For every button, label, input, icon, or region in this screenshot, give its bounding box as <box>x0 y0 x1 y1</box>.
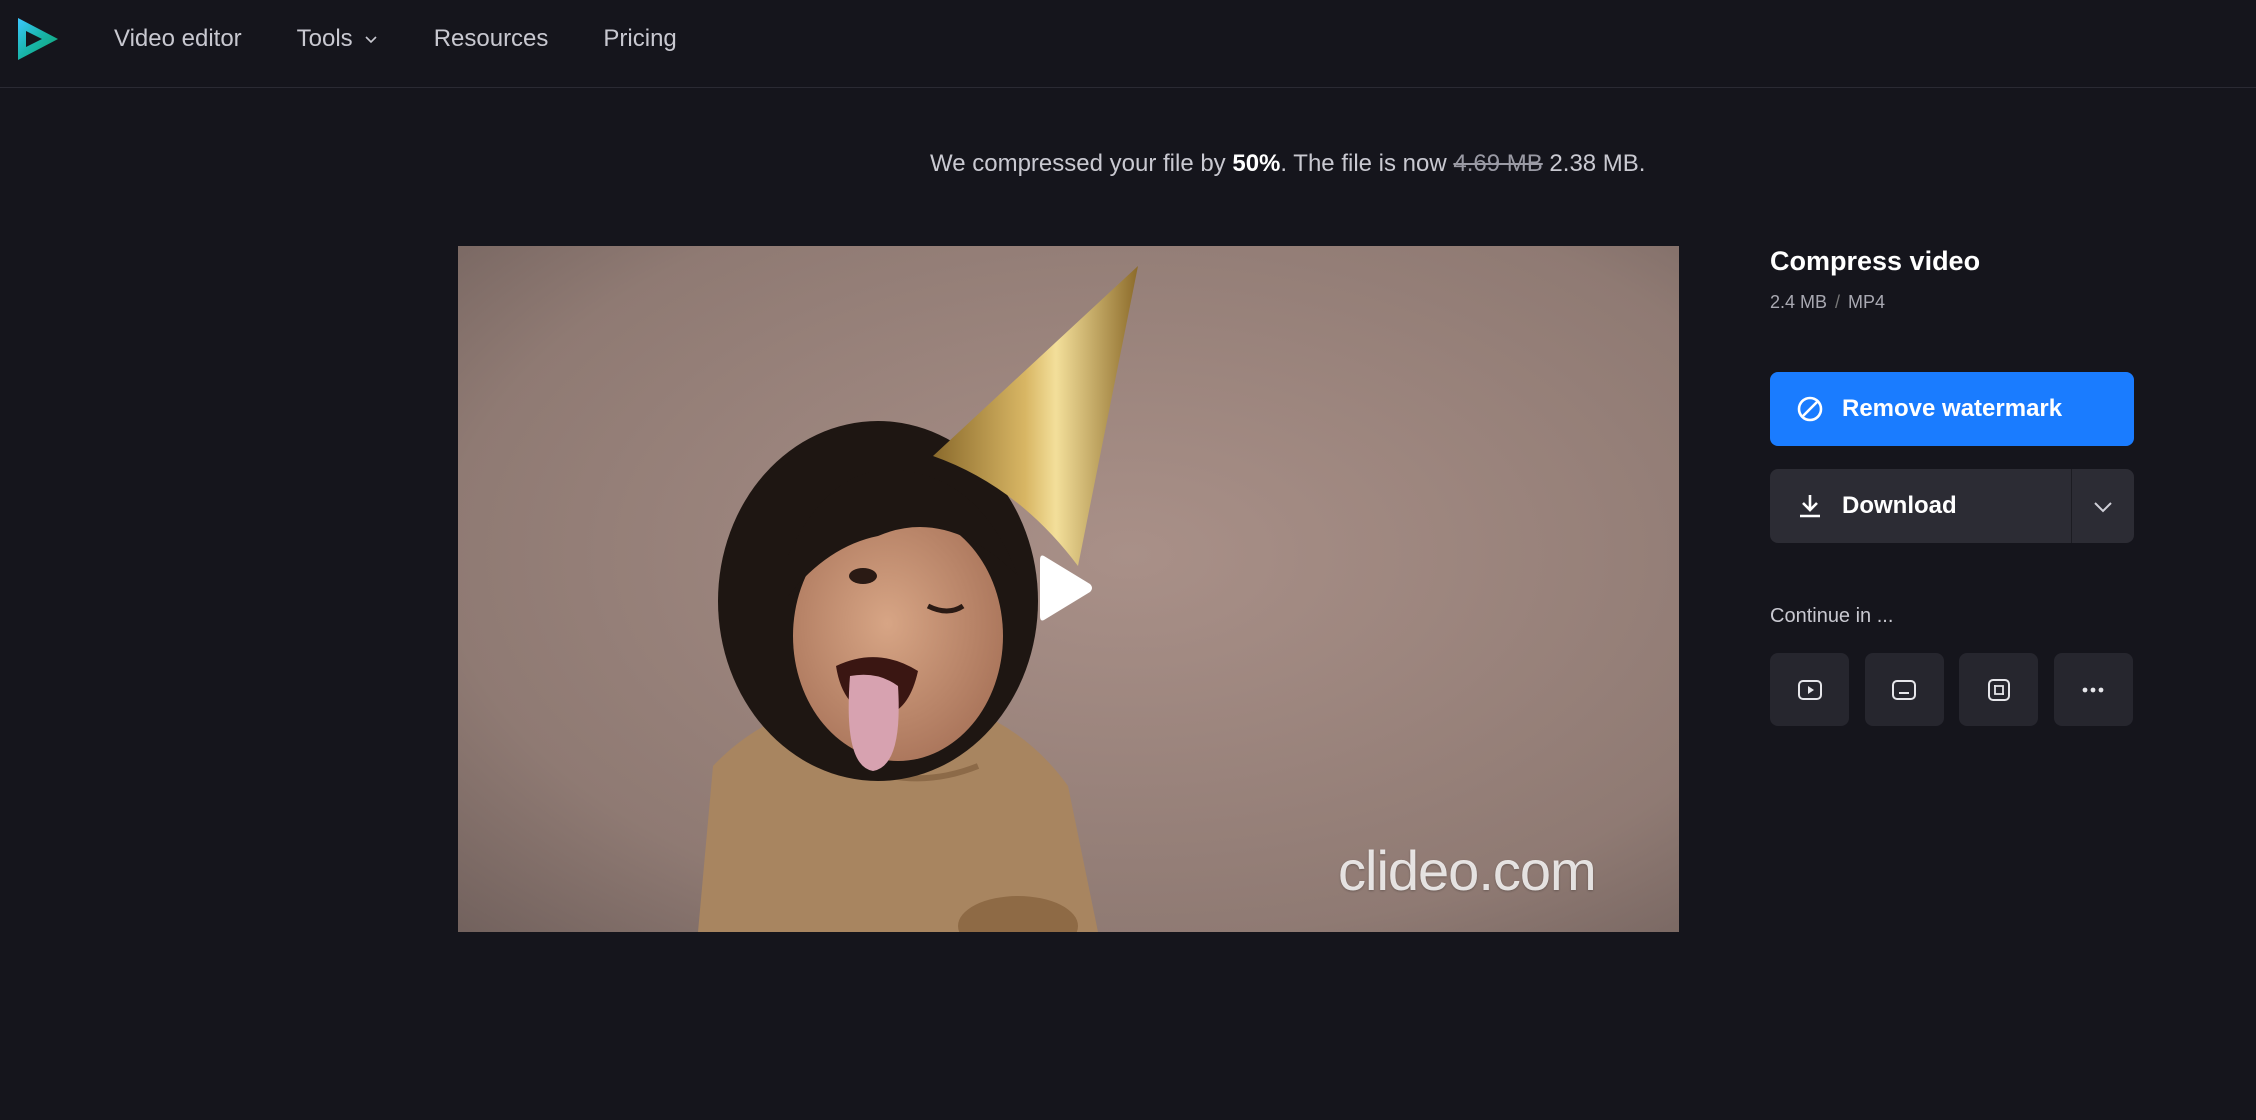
status-middle: . The file is now <box>1280 150 1454 177</box>
play-icon[interactable] <box>1036 552 1094 624</box>
top-navbar: Video editor Tools Resources Pricing <box>0 0 2256 88</box>
subtitles-icon <box>1892 679 1916 700</box>
download-button-group: Download <box>1770 469 2134 543</box>
file-size: 2.4 MB <box>1770 292 1828 312</box>
nav-pricing-label: Pricing <box>603 25 677 52</box>
nav-tools[interactable]: Tools <box>297 25 379 53</box>
video-player-icon <box>1797 679 1822 700</box>
nav-video-editor-label: Video editor <box>114 25 242 52</box>
continue-crop-button[interactable] <box>1959 653 2038 726</box>
file-meta: 2.4 MB / MP4 <box>1770 292 1885 313</box>
compression-status: We compressed your file by 50%. The file… <box>930 150 1645 178</box>
download-icon <box>1800 495 1820 518</box>
status-new-size: 2.38 MB. <box>1549 150 1646 177</box>
chevron-down-icon <box>365 36 377 44</box>
crop-icon <box>1987 678 2010 701</box>
block-icon <box>1797 396 1823 422</box>
main-nav: Video editor Tools Resources Pricing <box>114 0 732 78</box>
remove-watermark-label: Remove watermark <box>1842 395 2063 422</box>
continue-subtitles-button[interactable] <box>1864 653 1944 726</box>
more-icon <box>2082 687 2104 692</box>
status-percent: 50% <box>1232 150 1281 177</box>
chevron-down-icon <box>2094 502 2112 513</box>
continue-in-label: Continue in ... <box>1770 605 1894 627</box>
download-button[interactable]: Download <box>1770 469 2071 543</box>
download-label: Download <box>1842 492 1957 519</box>
nav-resources[interactable]: Resources <box>434 25 549 53</box>
nav-pricing[interactable]: Pricing <box>603 25 676 53</box>
remove-watermark-button[interactable]: Remove watermark <box>1770 372 2134 446</box>
clideo-logo[interactable] <box>14 16 60 62</box>
download-options-button[interactable] <box>2072 469 2134 543</box>
file-format: MP4 <box>1848 292 1886 312</box>
meta-separator: / <box>1835 292 1841 312</box>
nav-video-editor[interactable]: Video editor <box>114 25 242 53</box>
panel-title: Compress video <box>1770 246 1981 276</box>
continue-video-editor-button[interactable] <box>1770 653 1849 726</box>
status-old-size: 4.69 MB <box>1453 150 1543 177</box>
continue-more-button[interactable] <box>2053 653 2133 726</box>
nav-tools-label: Tools <box>296 25 353 52</box>
nav-resources-label: Resources <box>433 25 549 52</box>
watermark-text: clideo.com <box>1338 839 1597 902</box>
continue-in-tools <box>1770 653 2133 726</box>
status-prefix: We compressed your file by <box>930 150 1233 177</box>
